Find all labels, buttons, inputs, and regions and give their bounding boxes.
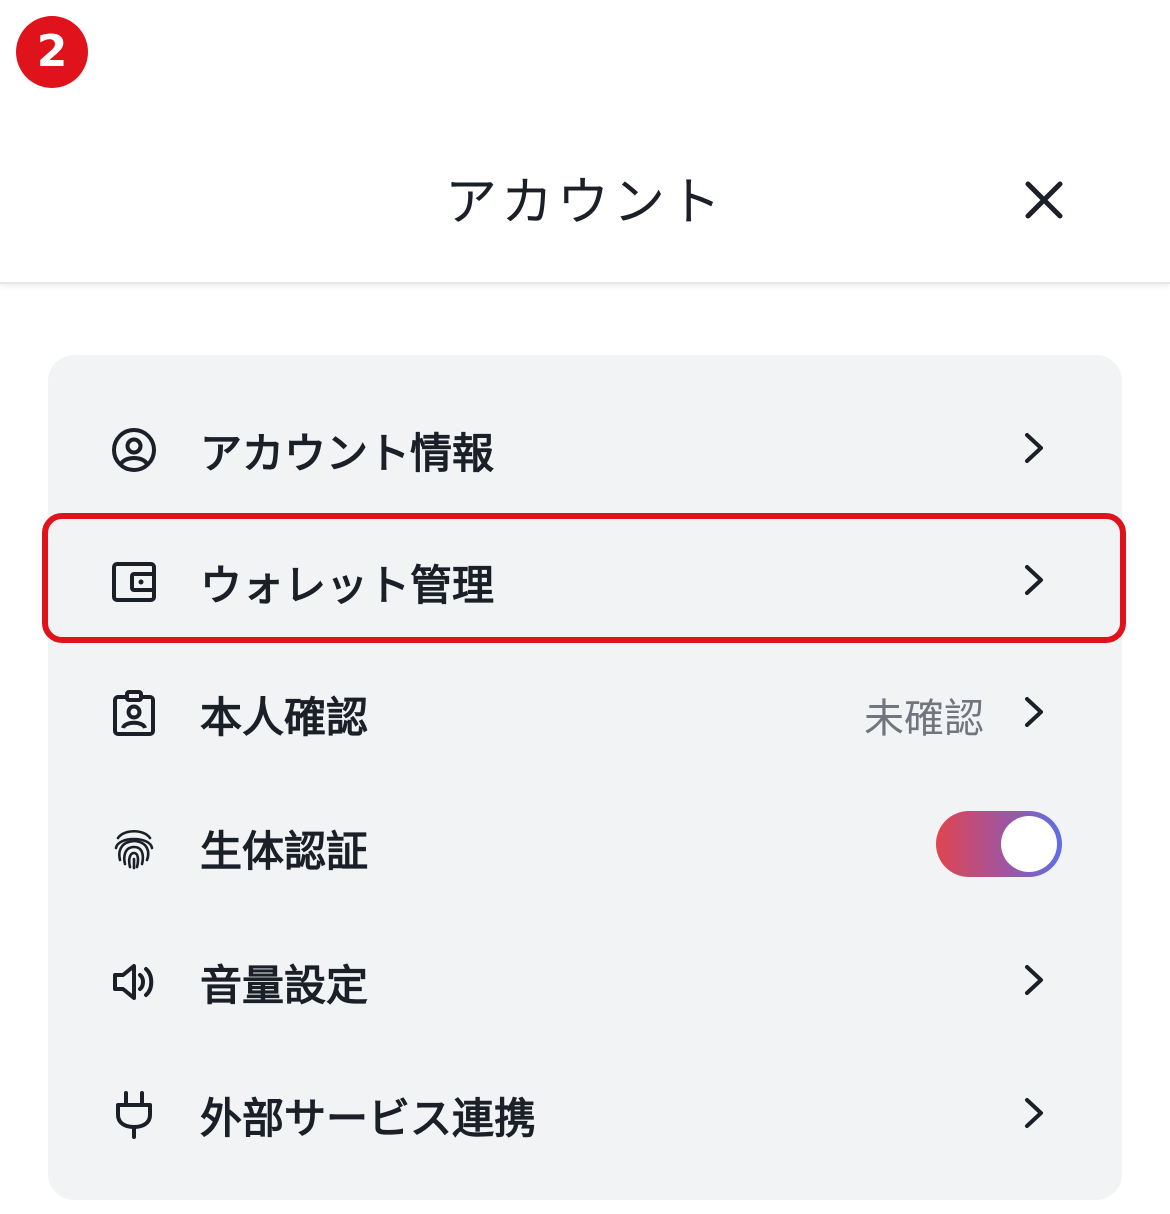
id-badge-icon (113, 690, 155, 736)
chevron-right-icon (1025, 697, 1043, 727)
menu-item-external-services[interactable]: 外部サービス連携 (48, 1045, 1122, 1177)
biometrics-toggle[interactable] (936, 811, 1062, 877)
plug-icon (116, 1091, 152, 1139)
close-icon[interactable] (1018, 174, 1070, 226)
speaker-icon (113, 964, 154, 1000)
menu-item-label: 本人確認 (200, 693, 369, 742)
menu-item-wallet[interactable]: ウォレット管理 (48, 512, 1122, 644)
toggle-knob (1001, 816, 1057, 872)
fingerprint-icon (114, 829, 154, 870)
page-title: アカウント (444, 173, 725, 233)
step-number-badge: 2 (16, 16, 88, 88)
menu-item-label: 音量設定 (200, 961, 369, 1010)
chevron-right-icon (1025, 1098, 1043, 1128)
chevron-right-icon (1025, 433, 1043, 463)
menu-item-label: 外部サービス連携 (200, 1094, 537, 1143)
chevron-right-icon (1025, 965, 1043, 995)
menu-item-label: ウォレット管理 (200, 561, 495, 610)
chevron-right-icon (1025, 565, 1043, 595)
menu-item-volume[interactable]: 音量設定 (48, 912, 1122, 1044)
menu-item-identity-verification[interactable]: 本人確認 未確認 (48, 644, 1122, 776)
menu-item-account-info[interactable]: アカウント情報 (48, 380, 1122, 512)
account-menu-card: アカウント情報 ウォレット管理 本人確認 未確認 生体認証 音量設定 外部サービ… (48, 355, 1122, 1200)
menu-item-label: 生体認証 (200, 827, 369, 876)
user-circle-icon (112, 428, 156, 472)
verification-status: 未確認 (864, 696, 984, 742)
app-header: アカウント (0, 110, 1170, 284)
wallet-icon (112, 562, 156, 602)
menu-item-label: アカウント情報 (200, 429, 495, 478)
